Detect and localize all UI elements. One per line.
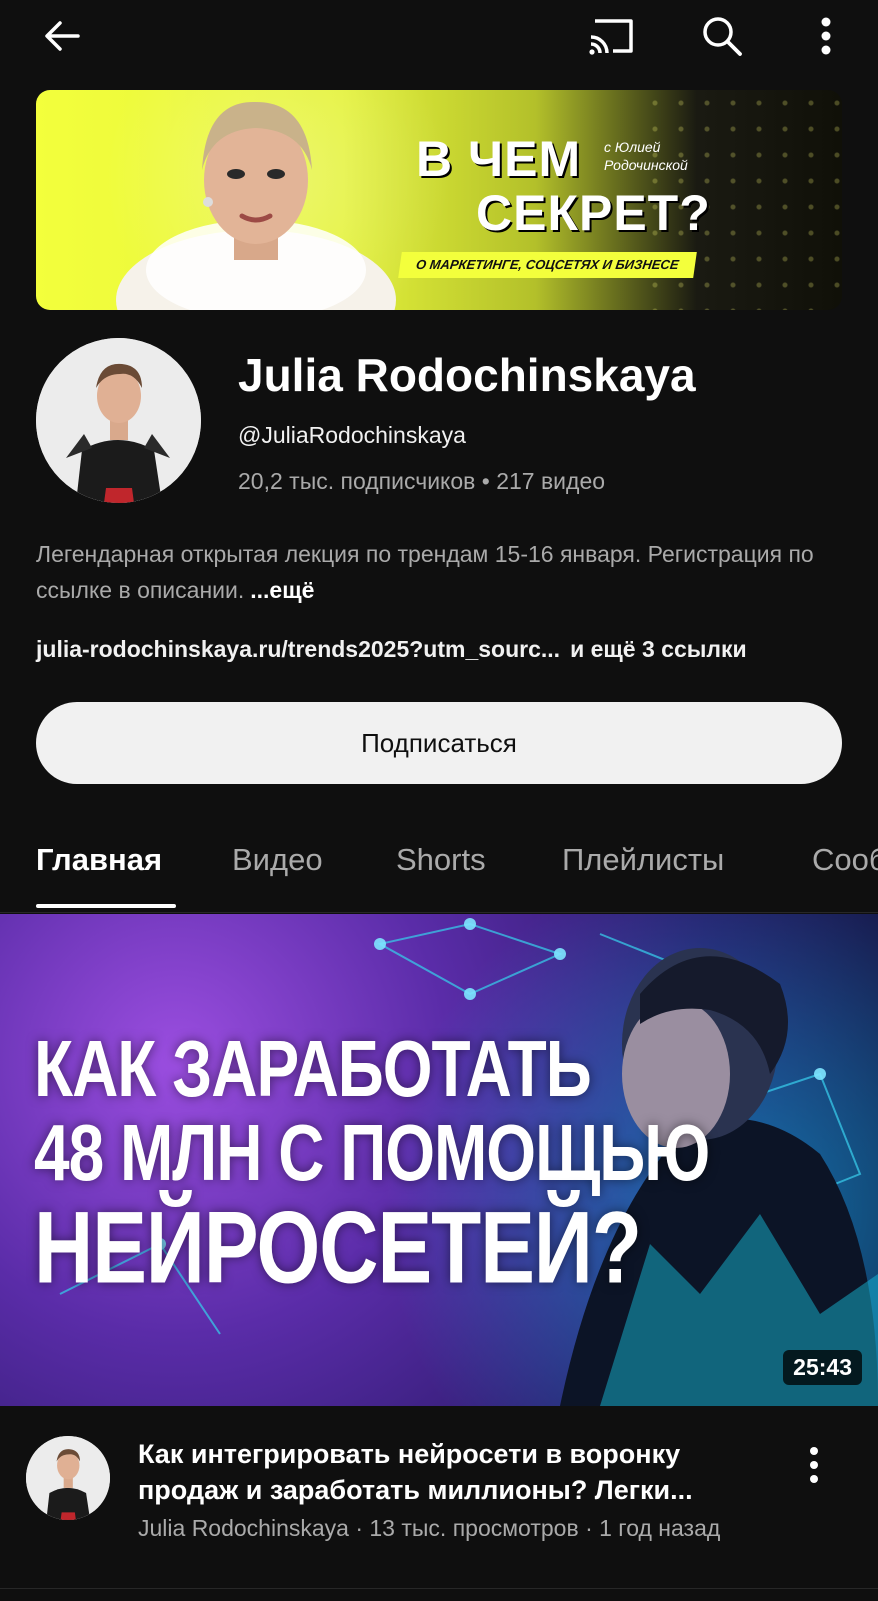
featured-video-thumbnail[interactable]: КАК ЗАРАБОТАТЬ 48 МЛН С ПОМОЩЬЮ НЕЙРОСЕТ… [0,914,878,1406]
description-more-link[interactable]: ...ещё [250,577,314,603]
search-icon [703,17,742,56]
thumbnail-title-line2: 48 МЛН С ПОМОЩЬЮ [34,1107,710,1198]
tab-shorts[interactable]: Shorts [396,842,486,878]
more-links-link[interactable]: и ещё 3 ссылки [570,636,747,662]
channel-links: julia-rodochinskaya.ru/trends2025?utm_so… [36,636,747,663]
banner-title-line2: СЕКРЕТ? [476,185,711,241]
video-subtitle: Julia Rodochinskaya · 13 тыс. просмотров… [138,1515,721,1541]
bottom-navigation-bar [0,1588,878,1601]
channel-description[interactable]: Легендарная открытая лекция по трендам 1… [36,536,836,608]
channel-avatar-image [36,338,201,503]
tab-playlists[interactable]: Плейлисты [562,842,724,878]
video-channel-avatar[interactable] [26,1436,110,1520]
banner-with-text: с Юлией Родочинской [604,139,688,173]
thumbnail-title-line1: КАК ЗАРАБОТАТЬ [34,1023,592,1114]
more-vert-icon [810,1447,818,1483]
top-app-bar [0,0,878,72]
arrow-left-icon [45,21,80,51]
banner-title-line1: В ЧЕМ [416,131,582,187]
search-button[interactable] [696,10,748,62]
video-more-button[interactable] [796,1440,832,1490]
thumbnail-title-line3: НЕЙРОСЕТЕЙ? [34,1191,642,1305]
banner-subtitle-strip: О МАРКЕТИНГЕ, СОЦСЕТЯХ И БИЗНЕСЕ [398,252,697,278]
video-channel-avatar-image [26,1436,110,1520]
video-duration-badge: 25:43 [783,1350,862,1385]
cast-icon [589,19,633,55]
subscribe-button[interactable]: Подписаться [36,702,842,784]
tab-home[interactable]: Главная [36,842,162,878]
tab-community[interactable]: Сообщество [812,842,878,878]
banner-person-image [116,101,396,310]
channel-stats: 20,2 тыс. подписчиков • 217 видео [238,468,606,494]
video-title[interactable]: Как интегрировать нейросети в воронку пр… [138,1436,778,1508]
cast-button[interactable] [586,10,638,62]
channel-description-text: Легендарная открытая лекция по трендам 1… [36,541,814,603]
channel-link[interactable]: julia-rodochinskaya.ru/trends2025?utm_so… [36,636,560,662]
active-tab-indicator [36,904,176,908]
channel-banner: В ЧЕМ с Юлией Родочинской СЕКРЕТ? О МАРК… [36,90,842,310]
channel-name: Julia Rodochinskaya [238,349,696,401]
channel-avatar[interactable] [36,338,201,503]
back-button[interactable] [36,10,88,62]
more-vert-icon [821,17,831,55]
tab-videos[interactable]: Видео [232,842,323,878]
more-options-button[interactable] [800,10,852,62]
channel-handle: @JuliaRodochinskaya [238,422,466,448]
channel-tabs: Главная Видео Shorts Плейлисты Сообществ… [0,820,878,913]
featured-video-meta[interactable]: Как интегрировать нейросети в воронку пр… [0,1424,878,1600]
